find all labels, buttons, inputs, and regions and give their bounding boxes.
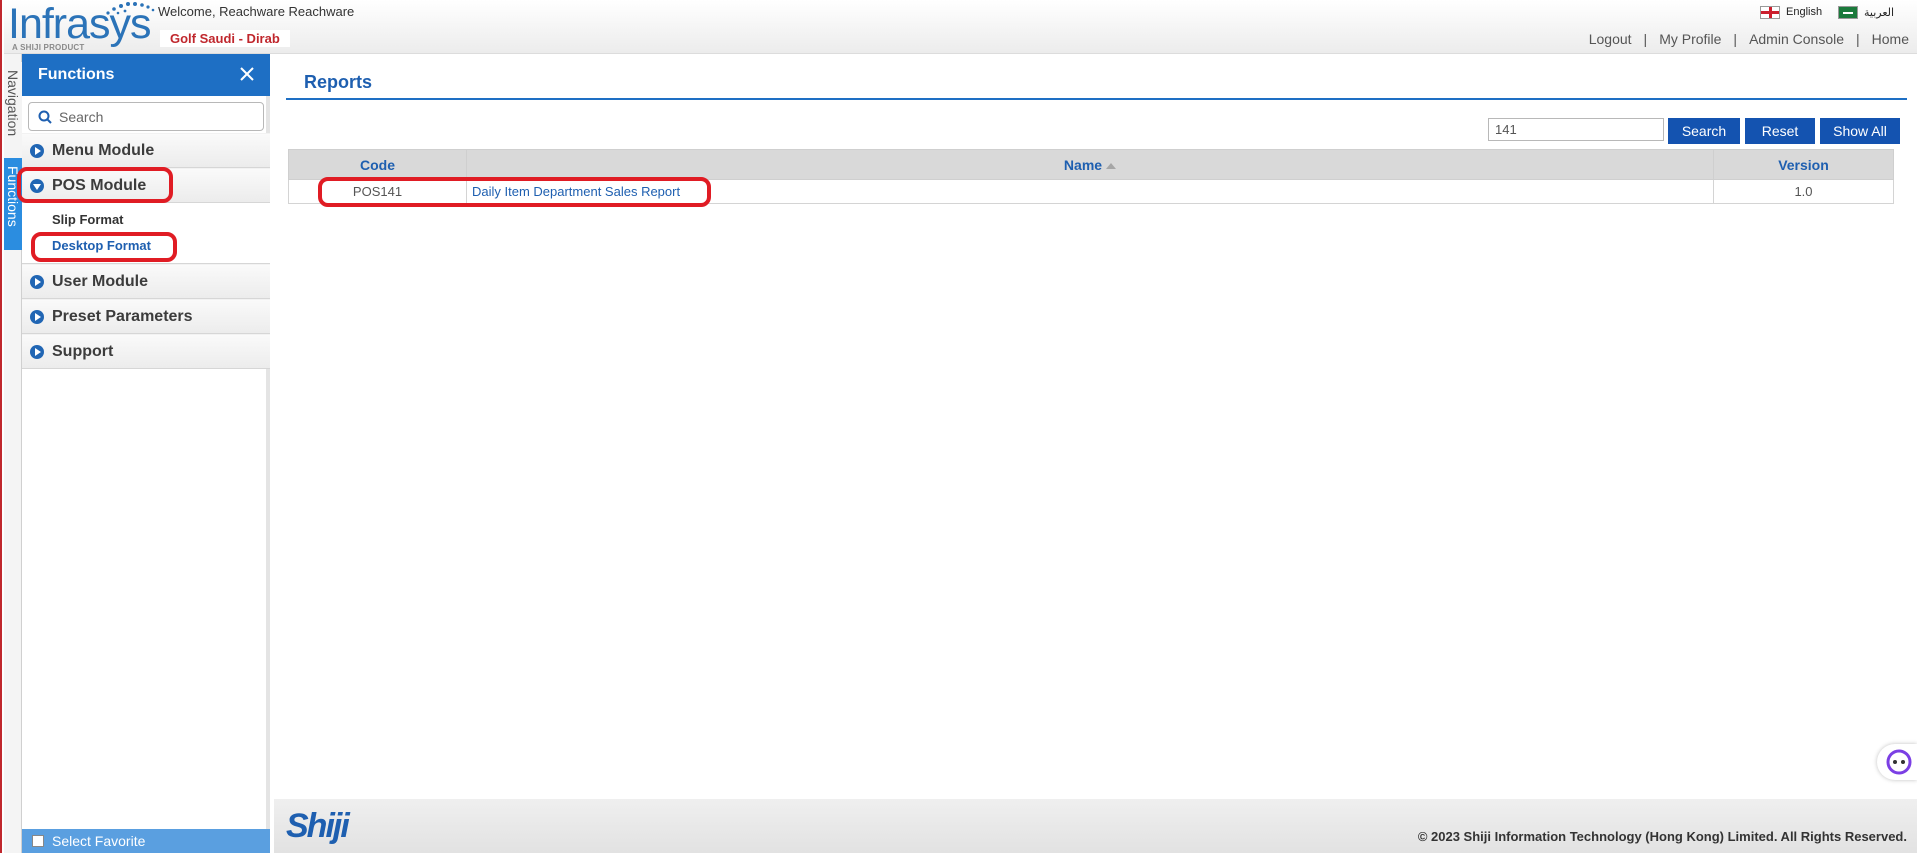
report-filter-input[interactable] [1488, 118, 1664, 141]
language-english[interactable]: English [1760, 4, 1822, 20]
functions-search-input[interactable] [59, 106, 257, 127]
functions-panel-title: Functions [38, 66, 115, 83]
welcome-message: Welcome, Reachware Reachware [158, 4, 355, 19]
menu-item-desktop-format[interactable]: Desktop Format [52, 238, 151, 253]
module-label: Preset Parameters [52, 307, 193, 325]
module-preset-parameters[interactable]: Preset Parameters [22, 299, 270, 334]
functions-panel-header: Functions [22, 54, 270, 96]
main-content: Reports Search Reset Show All Code Name … [274, 54, 1917, 799]
tab-navigation[interactable]: Navigation [4, 62, 22, 162]
show-all-button[interactable]: Show All [1820, 118, 1900, 144]
sort-ascending-icon [1106, 162, 1117, 169]
property-name: Golf Saudi - Dirab [160, 30, 290, 47]
header: Infrasys A SHIJI PRODUCT Welcome, Reachw… [4, 0, 1917, 54]
module-user-module[interactable]: User Module [22, 264, 270, 299]
page-title: Reports [304, 72, 373, 92]
top-links: Logout | My Profile | Admin Console | Ho… [1589, 31, 1909, 47]
column-header-version[interactable]: Version [1713, 149, 1894, 180]
logo-subtext: A SHIJI PRODUCT [12, 43, 85, 52]
module-label: User Module [52, 272, 149, 290]
link-separator: | [1856, 31, 1860, 47]
menu-item-slip-format[interactable]: Slip Format [52, 212, 124, 227]
functions-search [28, 102, 264, 131]
app-frame: Infrasys A SHIJI PRODUCT Welcome, Reachw… [0, 0, 1917, 853]
link-separator: | [1733, 31, 1738, 47]
home-link[interactable]: Home [1872, 31, 1909, 47]
saudi-flag-icon [1838, 5, 1858, 19]
functions-panel: Functions Menu Module POS Module [22, 54, 270, 853]
select-favorite-bar: Select Favorite [22, 829, 270, 853]
select-favorite-label: Select Favorite [52, 833, 146, 849]
module-support[interactable]: Support [22, 334, 270, 369]
pos-module-items: Slip Format Desktop Format [22, 203, 270, 264]
module-label: Menu Module [52, 141, 155, 159]
close-icon[interactable] [236, 63, 258, 85]
chatbot-icon [1886, 749, 1912, 775]
reports-table: Code Name Version POS141 Daily Item Depa… [288, 149, 1894, 204]
link-separator: | [1643, 31, 1648, 47]
column-header-label: Name [1063, 156, 1103, 173]
column-header-code[interactable]: Code [288, 149, 467, 180]
select-favorite-checkbox[interactable] [32, 835, 44, 847]
my-profile-link[interactable]: My Profile [1659, 31, 1721, 47]
uk-flag-icon [1760, 5, 1780, 19]
footer: Shiji © 2023 Shiji Information Technolog… [274, 799, 1917, 853]
tab-functions[interactable]: Functions [4, 158, 22, 250]
search-icon [38, 110, 52, 124]
module-menu-module[interactable]: Menu Module [22, 133, 270, 168]
module-label: POS Module [52, 176, 147, 194]
module-menu: Menu Module POS Module Slip Format Deskt… [22, 133, 270, 369]
report-link[interactable]: Daily Item Department Sales Report [472, 184, 680, 199]
logo-dots-icon [106, 2, 155, 15]
assistant-button[interactable] [1877, 744, 1917, 780]
column-header-name[interactable]: Name [466, 149, 1714, 180]
cell-name: Daily Item Department Sales Report [466, 179, 1714, 204]
expand-arrow-icon [30, 274, 44, 289]
logout-link[interactable]: Logout [1589, 31, 1632, 47]
title-divider [286, 98, 1907, 100]
language-label: العربية [1864, 6, 1895, 19]
column-header-label: Version [1778, 156, 1829, 173]
table-header-row: Code Name Version [288, 149, 1894, 180]
collapse-arrow-icon [30, 178, 44, 193]
language-arabic[interactable]: العربية [1838, 4, 1894, 20]
side-tab-strip: Navigation Functions [4, 54, 22, 853]
module-label: Support [52, 342, 114, 360]
search-button[interactable]: Search [1668, 118, 1740, 144]
language-label: English [1786, 6, 1823, 18]
admin-console-link[interactable]: Admin Console [1749, 31, 1844, 47]
column-header-label: Code [360, 156, 395, 173]
shiji-logo: Shiji [286, 807, 350, 845]
copyright-text: © 2023 Shiji Information Technology (Hon… [1417, 829, 1907, 844]
infrasys-logo[interactable]: Infrasys A SHIJI PRODUCT [8, 0, 156, 54]
cell-code: POS141 [288, 179, 467, 204]
expand-arrow-icon [30, 143, 44, 158]
expand-arrow-icon [30, 344, 44, 359]
table-row[interactable]: POS141 Daily Item Department Sales Repor… [288, 179, 1894, 204]
reset-button[interactable]: Reset [1745, 118, 1815, 144]
module-pos-module[interactable]: POS Module [22, 168, 270, 203]
cell-version: 1.0 [1713, 179, 1894, 204]
expand-arrow-icon [30, 309, 44, 324]
